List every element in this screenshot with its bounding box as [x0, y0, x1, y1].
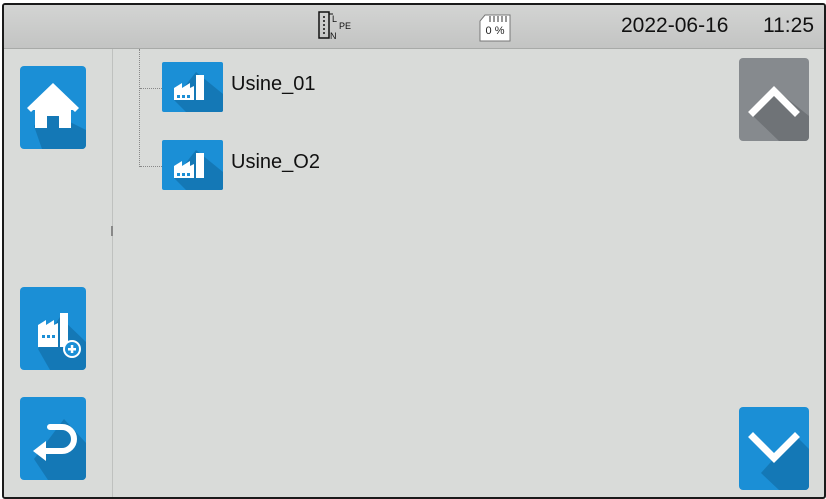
wiring-line-label: L: [332, 14, 337, 24]
chevron-down-icon: [748, 432, 809, 490]
tree-connector: [140, 166, 162, 167]
factory-icon: [162, 62, 223, 112]
app-window: L N PE 0 % 2022-06-16 11:25 Usine_01 Usi…: [2, 3, 826, 499]
back-arrow-icon: [33, 419, 86, 480]
home-icon: [27, 83, 86, 149]
tree-connector: [139, 49, 140, 167]
back-button[interactable]: [20, 397, 86, 480]
scroll-up-button[interactable]: [739, 58, 809, 141]
tree-connector: [140, 88, 162, 89]
site-tree: Usine_01 Usine_O2: [112, 49, 732, 497]
factory-icon: [162, 140, 223, 190]
scroll-down-button[interactable]: [739, 407, 809, 490]
tree-item-label: Usine_01: [231, 72, 316, 95]
tree-item-usine-o2[interactable]: Usine_O2: [162, 140, 320, 190]
status-bar: L N PE 0 % 2022-06-16 11:25: [4, 5, 824, 49]
sidebar: [4, 49, 113, 497]
wiring-config-icon: L N PE: [317, 10, 377, 42]
sd-card-icon: 0 %: [477, 13, 513, 43]
wiring-earth-label: PE: [339, 21, 351, 31]
memory-usage-text: 0 %: [485, 25, 505, 37]
tree-item-label: Usine_O2: [231, 150, 320, 173]
tree-item-usine-01[interactable]: Usine_01: [162, 62, 316, 112]
wiring-neutral-label: N: [330, 31, 337, 41]
add-site-icon: [38, 313, 86, 370]
home-button[interactable]: [20, 66, 86, 149]
add-site-button[interactable]: [20, 287, 86, 370]
chevron-up-icon: [748, 86, 809, 141]
date-display: 2022-06-16: [621, 14, 729, 37]
time-display: 11:25: [763, 14, 814, 37]
